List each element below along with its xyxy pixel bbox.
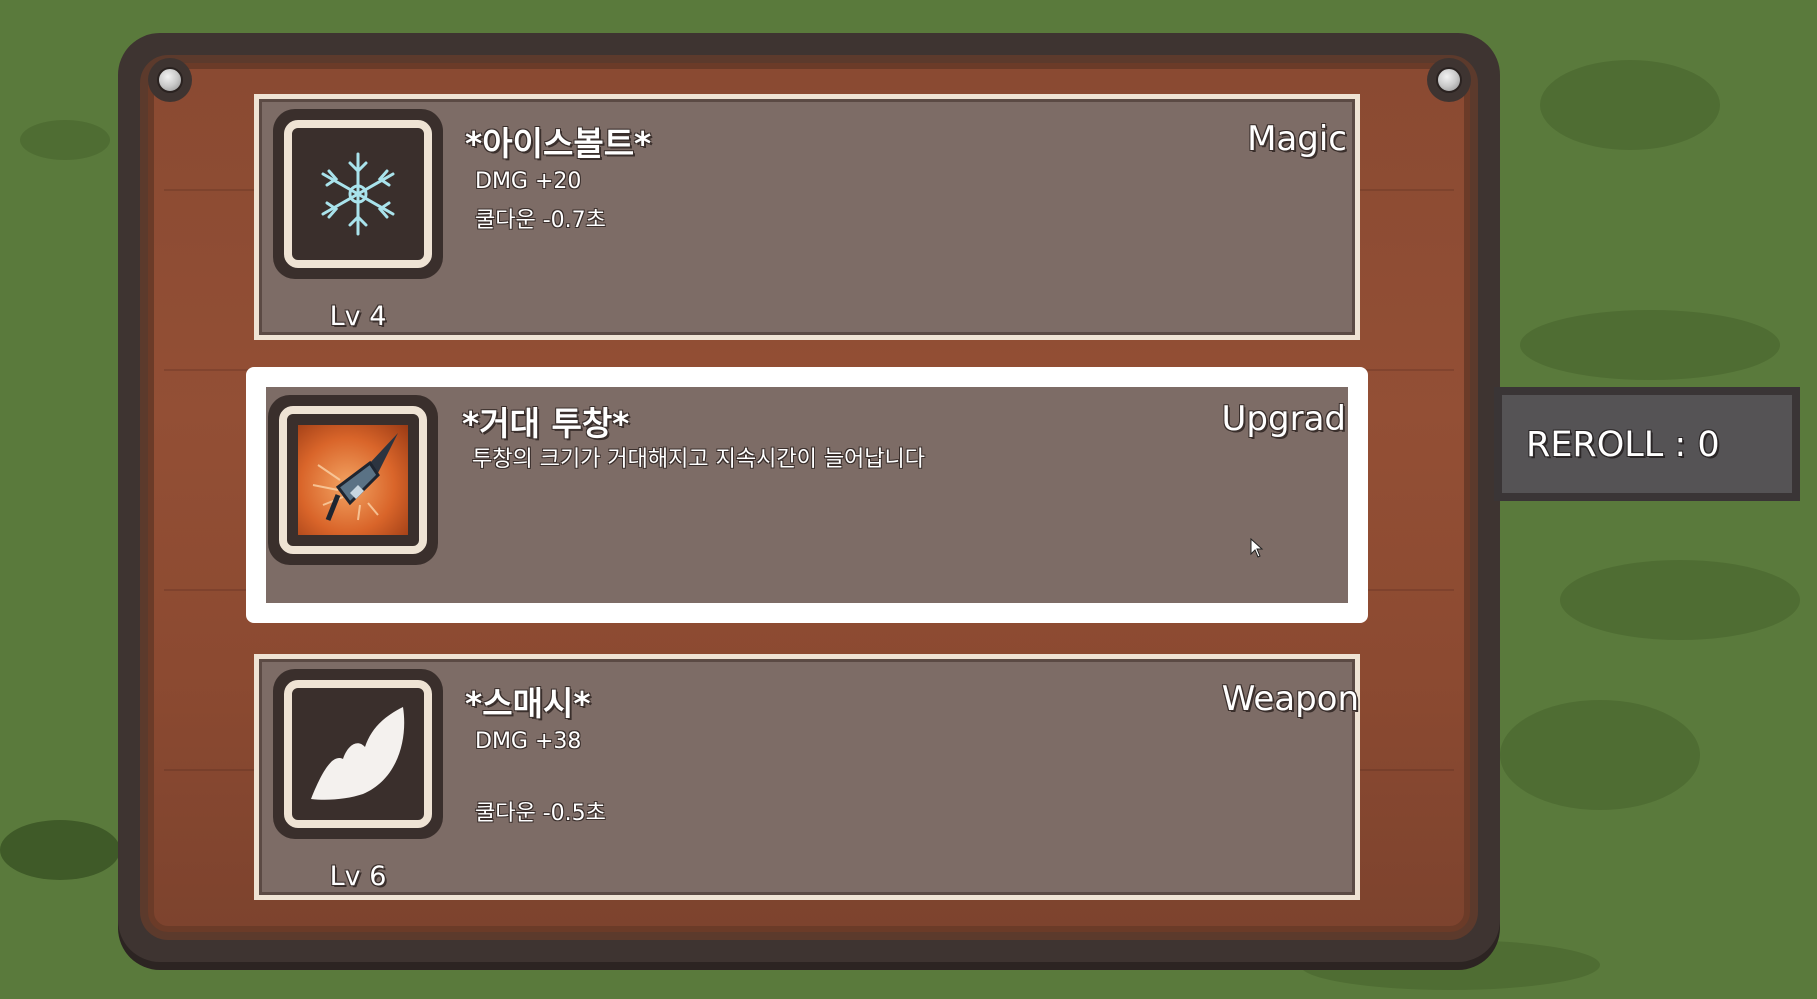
bolt-icon <box>148 58 192 102</box>
reroll-label: REROLL : 0 <box>1526 425 1720 465</box>
grass-patch <box>1500 700 1700 810</box>
card-icon-frame <box>273 109 443 279</box>
grass-patch <box>20 120 110 160</box>
card-icon-frame <box>273 669 443 839</box>
card-description: 투창의 크기가 거대해지고 지속시간이 늘어납니다 <box>472 447 926 472</box>
card-level: Lv 6 <box>329 861 387 892</box>
grass-patch <box>1540 60 1720 150</box>
grass-patch <box>1520 310 1780 380</box>
card-stat: DMG +38 <box>475 729 582 754</box>
slash-icon <box>303 699 413 809</box>
grass-patch <box>1560 560 1800 640</box>
upgrade-card-2-selected[interactable]: *거대 투창* Upgrad 투창의 크기가 거대해지고 지속시간이 늘어납니다 <box>246 367 1368 623</box>
card-stat: 쿨다운 -0.7초 <box>475 208 606 233</box>
snowflake-icon <box>303 139 413 249</box>
card-title: *스매시* <box>465 684 591 723</box>
mouse-cursor-icon <box>1250 538 1264 558</box>
card-title: *거대 투창* <box>462 404 630 443</box>
card-stat: 쿨다운 -0.5초 <box>475 801 606 826</box>
card-type-label: Weapon <box>1221 679 1359 719</box>
card-type-label: Magic <box>1247 119 1347 159</box>
card-type-label: Upgrad <box>1221 399 1346 439</box>
card-stat: DMG +20 <box>475 169 582 194</box>
card-level: Lv 4 <box>329 301 387 332</box>
upgrade-card-1[interactable]: *아이스볼트* Magic DMG +20 쿨다운 -0.7초 Lv 4 <box>254 94 1360 340</box>
javelin-icon <box>298 425 408 535</box>
upgrade-card-3[interactable]: *스매시* Weapon DMG +38 쿨다운 -0.5초 Lv 6 <box>254 654 1360 900</box>
reroll-button[interactable]: REROLL : 0 <box>1494 387 1800 501</box>
card-icon-frame <box>268 395 438 565</box>
grass-patch <box>0 820 120 880</box>
card-title: *아이스볼트* <box>465 124 652 163</box>
bolt-icon <box>1427 58 1471 102</box>
